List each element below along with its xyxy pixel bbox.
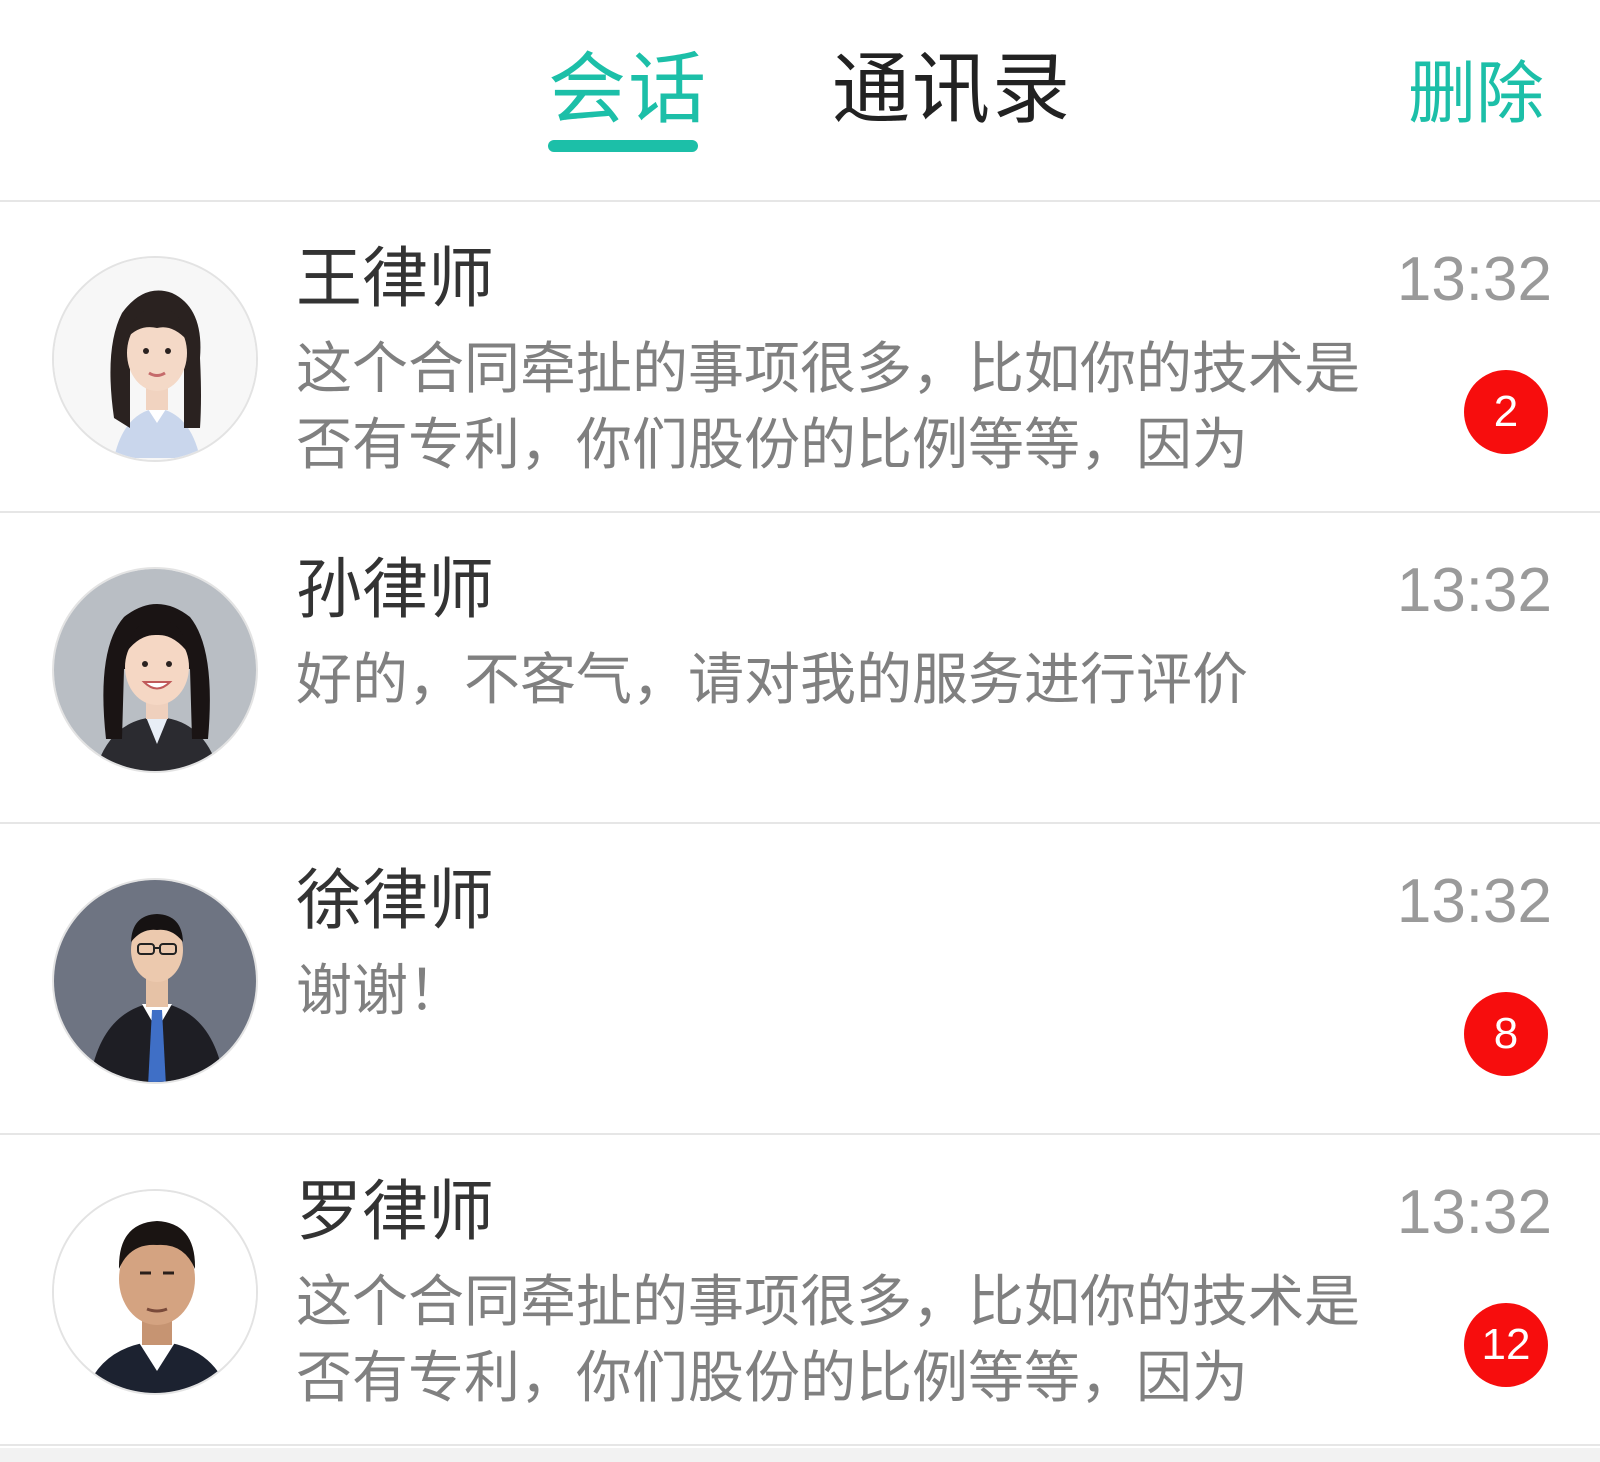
contact-name: 孙律师 [296,551,494,628]
unread-badge: 2 [1464,370,1548,454]
contact-name: 王律师 [296,240,494,317]
message-time: 13:32 [1396,1178,1552,1247]
avatar[interactable] [52,256,258,462]
unread-badge: 8 [1464,992,1548,1076]
female-avatar-icon [54,569,256,771]
message-preview: 这个合同牵扯的事项很多，比如你的技术是否有专利，你们股份的比例等等，因为 [296,337,1360,478]
male-avatar-icon [54,880,256,1082]
message-preview: 这个合同牵扯的事项很多，比如你的技术是否有专利，你们股份的比例等等，因为 [296,1270,1360,1411]
tab-sessions[interactable]: 会话 [548,40,708,140]
message-preview: 谢谢！ [296,959,464,1024]
avatar[interactable] [52,878,258,1084]
tab-contacts[interactable]: 通讯录 [832,40,1072,140]
message-time: 13:32 [1396,867,1552,936]
conversation-row[interactable]: 王律师 13:32 这个合同牵扯的事项很多，比如你的技术是否有专利，你们股份的比… [0,202,1600,513]
conversation-list: 王律师 13:32 这个合同牵扯的事项很多，比如你的技术是否有专利，你们股份的比… [0,202,1600,1446]
contact-name: 罗律师 [296,1173,494,1250]
contact-name: 徐律师 [296,862,494,939]
message-preview: 好的，不客气，请对我的服务进行评价 [296,648,1248,713]
avatar[interactable] [52,567,258,773]
active-tab-indicator [548,140,698,152]
delete-button[interactable]: 删除 [1408,50,1544,140]
conversation-row[interactable]: 孙律师 13:32 好的，不客气，请对我的服务进行评价 [0,513,1600,824]
list-bottom-divider [0,1448,1600,1462]
top-navigation-bar: 会话 通讯录 删除 [0,0,1600,202]
unread-badge: 12 [1464,1303,1548,1387]
male-avatar-icon [54,1191,256,1393]
conversation-row[interactable]: 罗律师 13:32 这个合同牵扯的事项很多，比如你的技术是否有专利，你们股份的比… [0,1135,1600,1446]
message-time: 13:32 [1396,245,1552,314]
female-avatar-icon [54,258,256,460]
avatar[interactable] [52,1189,258,1395]
conversation-row[interactable]: 徐律师 13:32 谢谢！ 8 [0,824,1600,1135]
message-time: 13:32 [1396,556,1552,625]
